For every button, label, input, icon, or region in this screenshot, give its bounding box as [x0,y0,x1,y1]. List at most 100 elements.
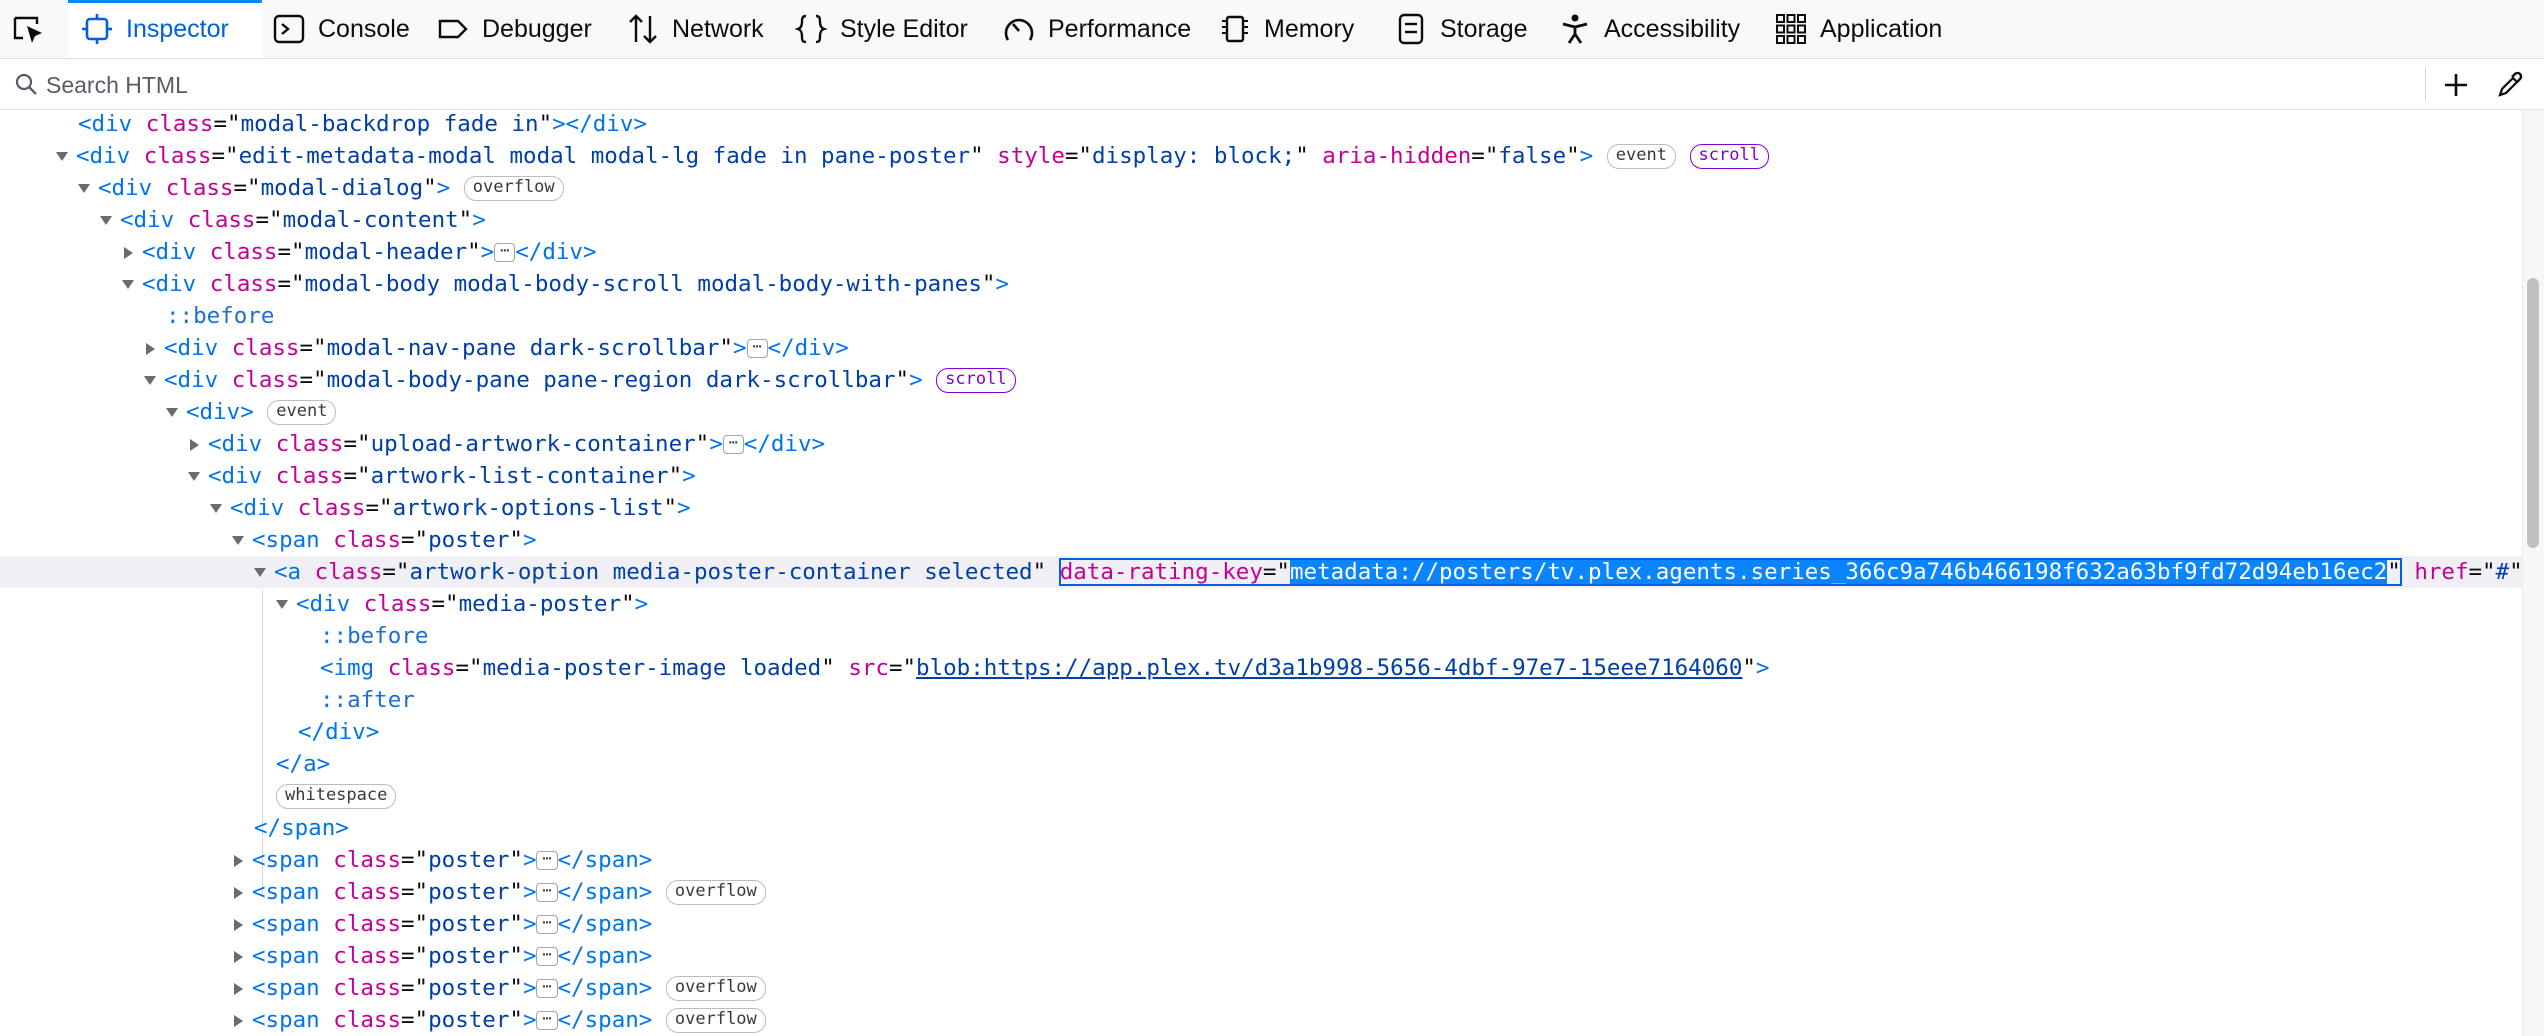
tab-console[interactable]: Console [260,0,422,58]
markup-node[interactable]: <div class="modal-header"> ⋯ </div> [0,236,2522,268]
collapse-toggle-icon[interactable] [188,472,200,481]
attribute-name: src [848,655,889,681]
scrollbar-thumb[interactable] [2527,278,2539,548]
markup-node[interactable]: <span class="poster"> ⋯ </span> overflow [0,972,2522,1004]
collapse-toggle-icon[interactable] [56,152,68,161]
expand-toggle-icon[interactable] [234,886,243,899]
closing-tag-name: span [281,815,336,841]
collapse-toggle-icon[interactable] [78,184,90,193]
expand-toggle-icon[interactable] [190,438,199,451]
attribute-name: class [165,175,234,201]
markup-node[interactable]: <span class="poster"> ⋯ </span> [0,908,2522,940]
markup-node[interactable]: <div class="upload-artwork-container"> ⋯ <… [0,428,2522,460]
markup-node[interactable]: <div class="artwork-options-list"> [0,492,2522,524]
collapse-toggle-icon[interactable] [144,376,156,385]
overflow-badge[interactable]: overflow [665,976,766,1001]
collapse-toggle-icon[interactable] [122,280,134,289]
attribute-value: poster [428,911,510,937]
scroll-badge[interactable]: scroll [936,368,1016,393]
event-badge[interactable]: event [1606,144,1676,169]
closing-tag-node[interactable]: </a> [0,748,2522,780]
tag-name: div [221,463,263,489]
collapse-toggle-icon[interactable] [210,504,222,513]
collapse-toggle-icon[interactable] [254,568,266,577]
overflow-badge[interactable]: overflow [665,1008,766,1033]
markup-node[interactable]: <span class="poster"> ⋯ </span> [0,844,2522,876]
markup-node[interactable]: <div class="media-poster"> [0,588,2522,620]
collapsed-children-button[interactable]: ⋯ [494,243,516,262]
overflow-badge[interactable]: overflow [665,880,766,905]
whitespace-badge[interactable]: whitespace [276,784,397,809]
tab-storage[interactable]: Storage [1382,0,1552,58]
markup-node[interactable]: <div class="modal-dialog"> overflow [0,172,2522,204]
search-bar [0,59,2544,110]
pseudo-element-node[interactable]: ::after [0,684,2522,716]
collapse-toggle-icon[interactable] [276,600,288,609]
tab-performance[interactable]: Performance [990,0,1212,58]
attribute-name: class [297,495,366,521]
element-picker-icon[interactable] [12,14,50,46]
tab-memory[interactable]: Memory [1206,0,1390,58]
collapsed-children-button[interactable]: ⋯ [536,915,558,934]
console-icon [272,12,306,46]
expand-toggle-icon[interactable] [124,246,133,259]
expand-toggle-icon[interactable] [234,982,243,995]
vertical-scrollbar[interactable] [2522,110,2544,1036]
markup-node[interactable]: <div class="modal-backdrop fade in"></di… [0,110,2522,140]
collapsed-children-button[interactable]: ⋯ [536,947,558,966]
collapse-toggle-icon[interactable] [100,216,112,225]
tab-style-editor[interactable]: Style Editor [782,0,994,58]
tab-network[interactable]: Network [614,0,788,58]
attribute-value: modal-dialog [260,175,424,201]
attribute-value: edit-metadata-modal modal modal-lg fade … [238,143,971,169]
expand-toggle-icon[interactable] [234,918,243,931]
tab-application[interactable]: Application [1762,0,1964,58]
markup-node[interactable]: <div class="modal-nav-pane dark-scrollba… [0,332,2522,364]
collapsed-children-button[interactable]: ⋯ [536,979,558,998]
attribute-name: class [333,527,402,553]
expand-toggle-icon[interactable] [234,1014,243,1027]
closing-tag-node[interactable]: </div> [0,716,2522,748]
attribute-value: artwork-list-container [370,463,669,489]
markup-node[interactable]: <img class="media-poster-image loaded" s… [0,652,2522,684]
whitespace-node[interactable]: whitespace [0,780,2522,812]
collapsed-children-button[interactable]: ⋯ [746,339,768,358]
markup-node[interactable]: <div class="modal-body-pane pane-region … [0,364,2522,396]
markup-node[interactable]: <div> event [0,396,2522,428]
add-node-button[interactable] [2438,67,2474,103]
markup-node[interactable]: <a class="artwork-option media-poster-co… [0,556,2522,588]
search-input[interactable] [44,67,2398,103]
overflow-badge[interactable]: overflow [463,176,564,201]
markup-node[interactable]: <span class="poster"> ⋯ </span> overflow [0,876,2522,908]
collapsed-children-button[interactable]: ⋯ [536,1011,558,1030]
event-badge[interactable]: event [267,400,337,425]
collapse-toggle-icon[interactable] [232,536,244,545]
tab-debugger[interactable]: Debugger [424,0,616,58]
collapsed-children-button[interactable]: ⋯ [536,851,558,870]
eyedropper-icon[interactable] [2492,67,2528,103]
expand-toggle-icon[interactable] [234,950,243,963]
pseudo-element-node[interactable]: ::before [0,300,2522,332]
tab-accessibility[interactable]: Accessibility [1546,0,1766,58]
markup-node[interactable]: <span class="poster"> ⋯ </span> overflow [0,1004,2522,1036]
markup-node[interactable]: <span class="poster"> ⋯ </span> [0,940,2522,972]
collapsed-children-button[interactable]: ⋯ [536,883,558,902]
collapsed-children-button[interactable]: ⋯ [722,435,744,454]
markup-node[interactable]: <div class="edit-metadata-modal modal mo… [0,140,2522,172]
pseudo-element-node[interactable]: ::before [0,620,2522,652]
tag-name: div [177,335,219,361]
markup-node[interactable]: <span class="poster"> [0,524,2522,556]
markup-node[interactable]: <div class="modal-content"> [0,204,2522,236]
expand-toggle-icon[interactable] [234,854,243,867]
markup-node[interactable]: <div class="modal-body modal-body-scroll… [0,268,2522,300]
selected-attribute[interactable]: data-rating-key="metadata://posters/tv.p… [1058,558,2402,586]
tab-inspector[interactable]: Inspector [68,0,262,58]
tag-name: span [265,527,320,553]
closing-tag-node[interactable]: </span> [0,812,2522,844]
tag-name: span [265,847,320,873]
expand-toggle-icon[interactable] [146,342,155,355]
scroll-badge[interactable]: scroll [1689,144,1769,169]
collapse-toggle-icon[interactable] [166,408,178,417]
debugger-icon [436,12,470,46]
markup-node[interactable]: <div class="artwork-list-container"> [0,460,2522,492]
